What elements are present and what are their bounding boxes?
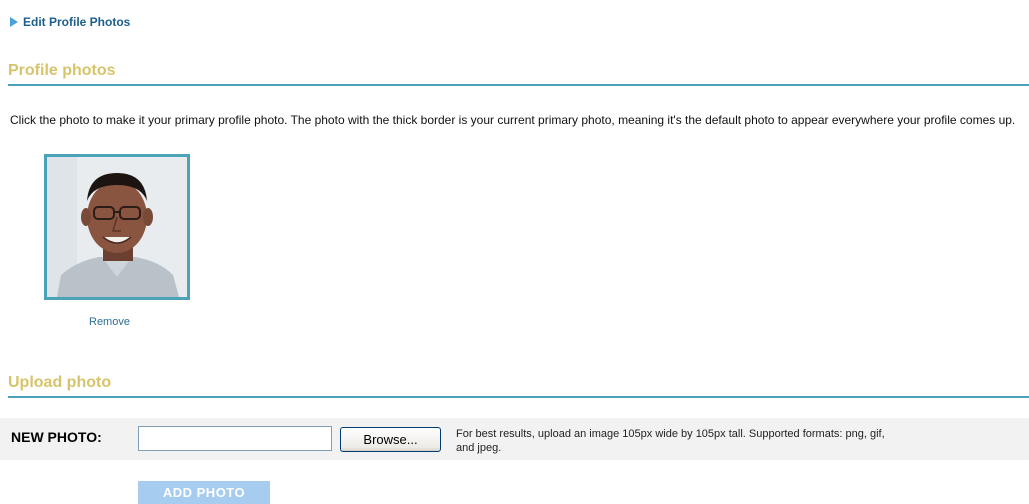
upload-hint-line-2: and jpeg. bbox=[456, 442, 502, 454]
upload-photo-heading: Upload photo bbox=[8, 373, 1029, 398]
upload-hint-line-1: For best results, upload an image 105px … bbox=[456, 428, 885, 440]
breadcrumb[interactable]: Edit Profile Photos bbox=[9, 14, 130, 30]
profile-photos-description: Click the photo to make it your primary … bbox=[10, 113, 1016, 127]
primary-profile-photo[interactable] bbox=[44, 154, 190, 300]
remove-photo-link[interactable]: Remove bbox=[89, 316, 130, 328]
upload-hint-text: For best results, upload an image 105px … bbox=[456, 427, 1029, 455]
browse-button[interactable]: Browse... bbox=[340, 427, 441, 452]
add-photo-button[interactable]: ADD PHOTO bbox=[138, 481, 270, 504]
new-photo-label: NEW PHOTO: bbox=[11, 429, 102, 445]
profile-photos-heading: Profile photos bbox=[8, 61, 1029, 86]
breadcrumb-label: Edit Profile Photos bbox=[23, 15, 131, 29]
new-photo-file-input[interactable] bbox=[138, 426, 332, 451]
profile-photo-image bbox=[47, 157, 187, 297]
play-arrow-icon bbox=[10, 17, 18, 27]
